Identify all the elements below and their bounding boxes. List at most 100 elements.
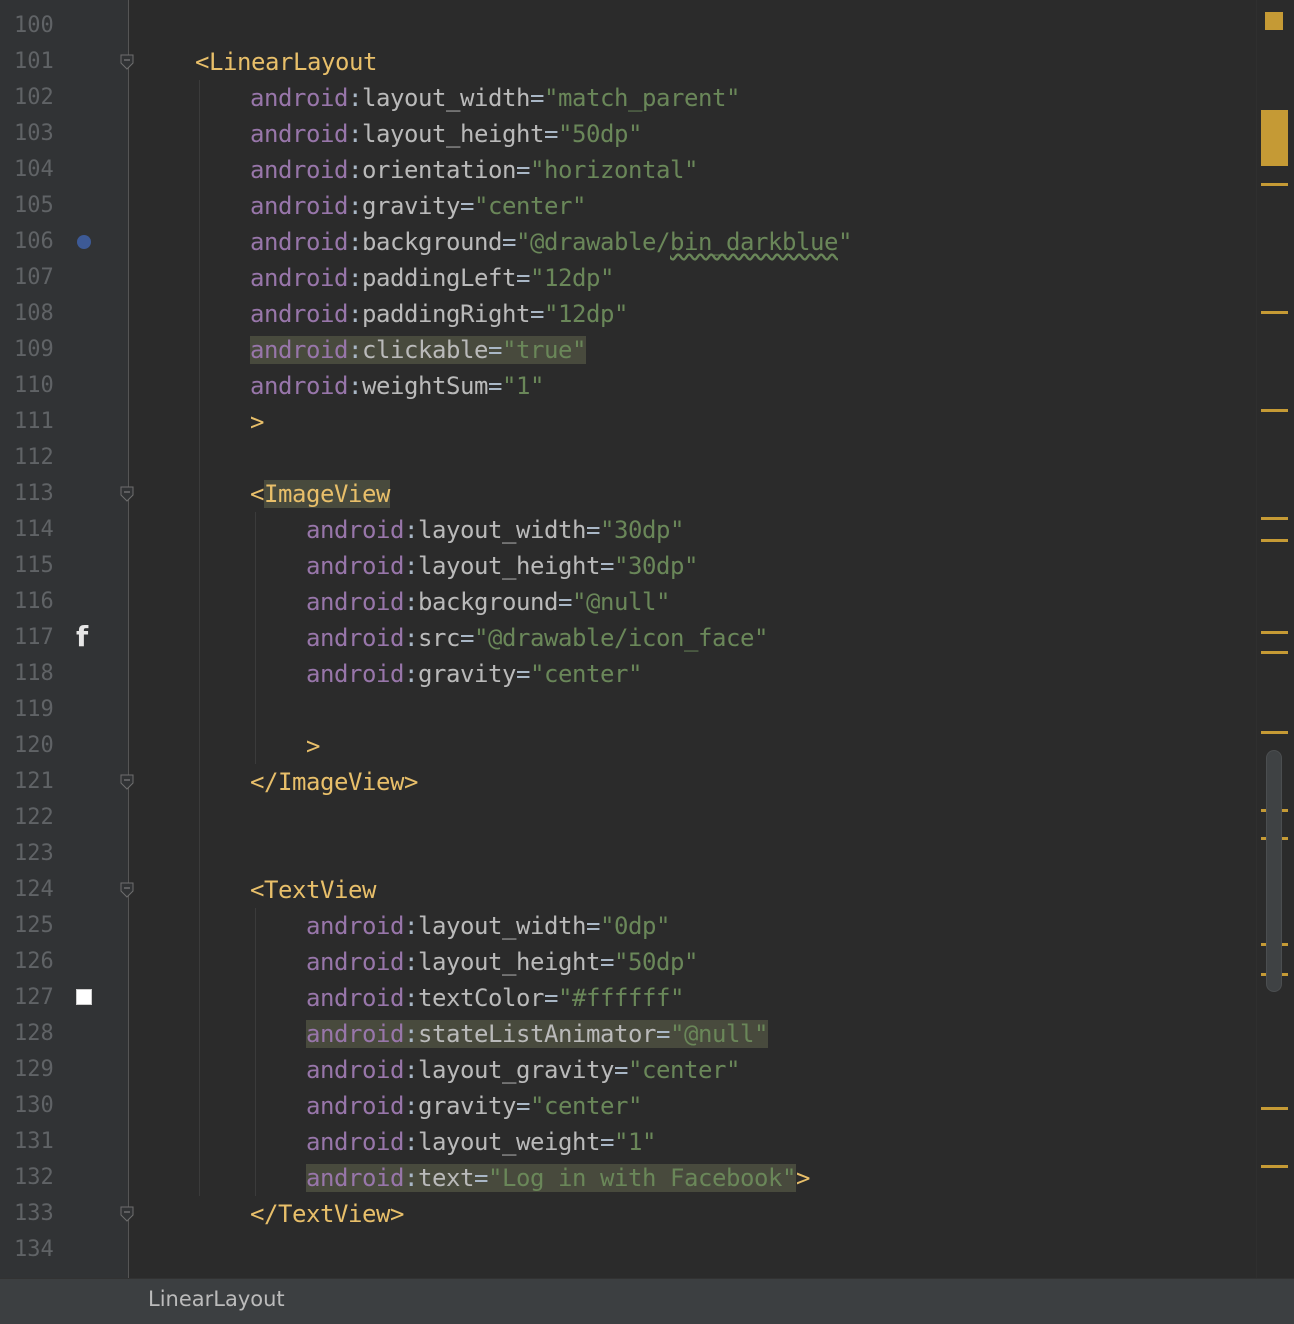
fold-toggle-icon[interactable] — [120, 54, 134, 70]
code-line[interactable]: android:paddingLeft="12dp" — [250, 260, 614, 296]
code-line[interactable]: android:gravity="center" — [306, 656, 642, 692]
color-swatch-icon[interactable] — [76, 989, 92, 1005]
code-line[interactable]: android:layout_width="0dp" — [306, 908, 670, 944]
line-number[interactable]: 103 — [14, 116, 74, 152]
line-number[interactable]: 109 — [14, 332, 74, 368]
code-line[interactable]: android:textColor="#ffffff" — [306, 980, 684, 1016]
code-line[interactable]: <TextView — [250, 872, 376, 908]
line-number[interactable]: 121 — [14, 764, 74, 800]
line-number[interactable]: 120 — [14, 728, 74, 764]
warning-stripe-mark[interactable] — [1261, 539, 1288, 542]
warning-stripe-mark[interactable] — [1261, 183, 1288, 186]
line-number[interactable]: 122 — [14, 800, 74, 836]
line-number[interactable]: 104 — [14, 152, 74, 188]
code-line[interactable]: > — [306, 728, 320, 764]
code-line[interactable]: </TextView> — [250, 1196, 404, 1232]
code-line[interactable]: android:paddingRight="12dp" — [250, 296, 628, 332]
fold-toggle-icon[interactable] — [120, 882, 134, 898]
code-line[interactable]: android:stateListAnimator="@null" — [306, 1016, 768, 1052]
code-line[interactable]: android:layout_width="30dp" — [306, 512, 684, 548]
line-number[interactable]: 118 — [14, 656, 74, 692]
warning-stripe-mark[interactable] — [1261, 409, 1288, 412]
line-number[interactable]: 116 — [14, 584, 74, 620]
line-number[interactable]: 112 — [14, 440, 74, 476]
warning-stripe-mark[interactable] — [1261, 731, 1288, 734]
line-number[interactable]: 127 — [14, 980, 74, 1016]
line-number[interactable]: 102 — [14, 80, 74, 116]
code-line[interactable]: android:text="Log in with Facebook"> — [306, 1160, 810, 1196]
code-token: = — [558, 588, 572, 616]
warning-stripe-mark[interactable] — [1261, 517, 1288, 520]
line-number[interactable]: 134 — [14, 1232, 74, 1268]
fold-gutter[interactable] — [110, 0, 129, 1278]
code-line[interactable]: android:layout_height="50dp" — [306, 944, 698, 980]
code-line[interactable]: > — [250, 404, 264, 440]
code-line[interactable]: android:layout_height="30dp" — [306, 548, 698, 584]
warning-stripe-mark[interactable] — [1261, 1165, 1288, 1168]
warning-stripe-mark[interactable] — [1261, 110, 1288, 166]
code-editor[interactable]: 100 101 102 103 104 105 106 107 108 109 110 111 112 1… — [0, 0, 1294, 1278]
warning-stripe-mark[interactable] — [1261, 631, 1288, 634]
code-line[interactable]: android:gravity="center" — [306, 1088, 642, 1124]
line-number[interactable]: 126 — [14, 944, 74, 980]
line-number[interactable]: 129 — [14, 1052, 74, 1088]
code-line[interactable]: android:layout_width="match_parent" — [250, 80, 740, 116]
code-line[interactable]: android:background="@null" — [306, 584, 670, 620]
code-token: > — [795, 1164, 810, 1192]
code-token: < — [250, 876, 264, 904]
code-line[interactable]: android:gravity="center" — [250, 188, 586, 224]
line-number[interactable]: 125 — [14, 908, 74, 944]
line-number[interactable]: 113 — [14, 476, 74, 512]
facebook-icon[interactable]: f — [76, 622, 92, 652]
line-number[interactable]: 101 — [14, 44, 74, 80]
code-line[interactable]: android:layout_gravity="center" — [306, 1052, 740, 1088]
line-number[interactable]: 132 — [14, 1160, 74, 1196]
line-number[interactable]: 123 — [14, 836, 74, 872]
code-line[interactable]: </ImageView> — [250, 764, 418, 800]
line-number[interactable]: 110 — [14, 368, 74, 404]
line-number[interactable]: 108 — [14, 296, 74, 332]
code-token: > — [404, 768, 418, 796]
line-number[interactable]: 130 — [14, 1088, 74, 1124]
breadcrumb-item[interactable]: LinearLayout — [148, 1287, 285, 1311]
code-line[interactable]: android:layout_height="50dp" — [250, 116, 642, 152]
line-number-gutter[interactable]: 100 101 102 103 104 105 106 107 108 109 110 111 112 1… — [0, 0, 110, 1278]
code-line[interactable]: android:layout_weight="1" — [306, 1124, 656, 1160]
code-line[interactable]: <ImageView — [250, 476, 390, 512]
code-token: "1" — [614, 1128, 656, 1156]
line-number[interactable]: 124 — [14, 872, 74, 908]
warning-stripe-mark[interactable] — [1261, 311, 1288, 314]
vertical-scrollbar-thumb[interactable] — [1266, 750, 1282, 992]
code-line[interactable]: android:background="@drawable/bin_darkbl… — [250, 224, 852, 260]
warning-summary-icon[interactable] — [1265, 12, 1283, 30]
fold-toggle-icon[interactable] — [120, 774, 134, 790]
line-number[interactable]: 115 — [14, 548, 74, 584]
warning-stripe-mark[interactable] — [1261, 1107, 1288, 1110]
line-number[interactable]: 117 — [14, 620, 74, 656]
line-number[interactable]: 114 — [14, 512, 74, 548]
code-line[interactable]: android:clickable="true" — [250, 332, 586, 368]
line-number[interactable]: 111 — [14, 404, 74, 440]
line-number[interactable]: 133 — [14, 1196, 74, 1232]
code-token: : — [404, 1092, 418, 1120]
line-number[interactable]: 105 — [14, 188, 74, 224]
code-token: : — [404, 660, 418, 688]
warning-stripe-mark[interactable] — [1261, 651, 1288, 654]
error-stripe[interactable] — [1256, 0, 1294, 1278]
breakpoint-icon[interactable] — [77, 235, 91, 249]
line-number[interactable]: 107 — [14, 260, 74, 296]
line-number[interactable]: 128 — [14, 1016, 74, 1052]
code-token: layout_gravity — [418, 1056, 614, 1084]
line-number[interactable]: 119 — [14, 692, 74, 728]
code-line[interactable]: android:weightSum="1" — [250, 368, 544, 404]
code-line[interactable]: android:src="@drawable/icon_face" — [306, 620, 768, 656]
code-token: android — [306, 1092, 404, 1120]
code-line[interactable]: android:orientation="horizontal" — [250, 152, 698, 188]
line-number[interactable]: 100 — [14, 8, 74, 44]
line-number[interactable]: 106 — [14, 224, 74, 260]
fold-toggle-icon[interactable] — [120, 1206, 134, 1222]
fold-toggle-icon[interactable] — [120, 486, 134, 502]
code-token: android — [306, 1020, 404, 1048]
line-number[interactable]: 131 — [14, 1124, 74, 1160]
code-line[interactable]: <LinearLayout — [195, 44, 377, 80]
